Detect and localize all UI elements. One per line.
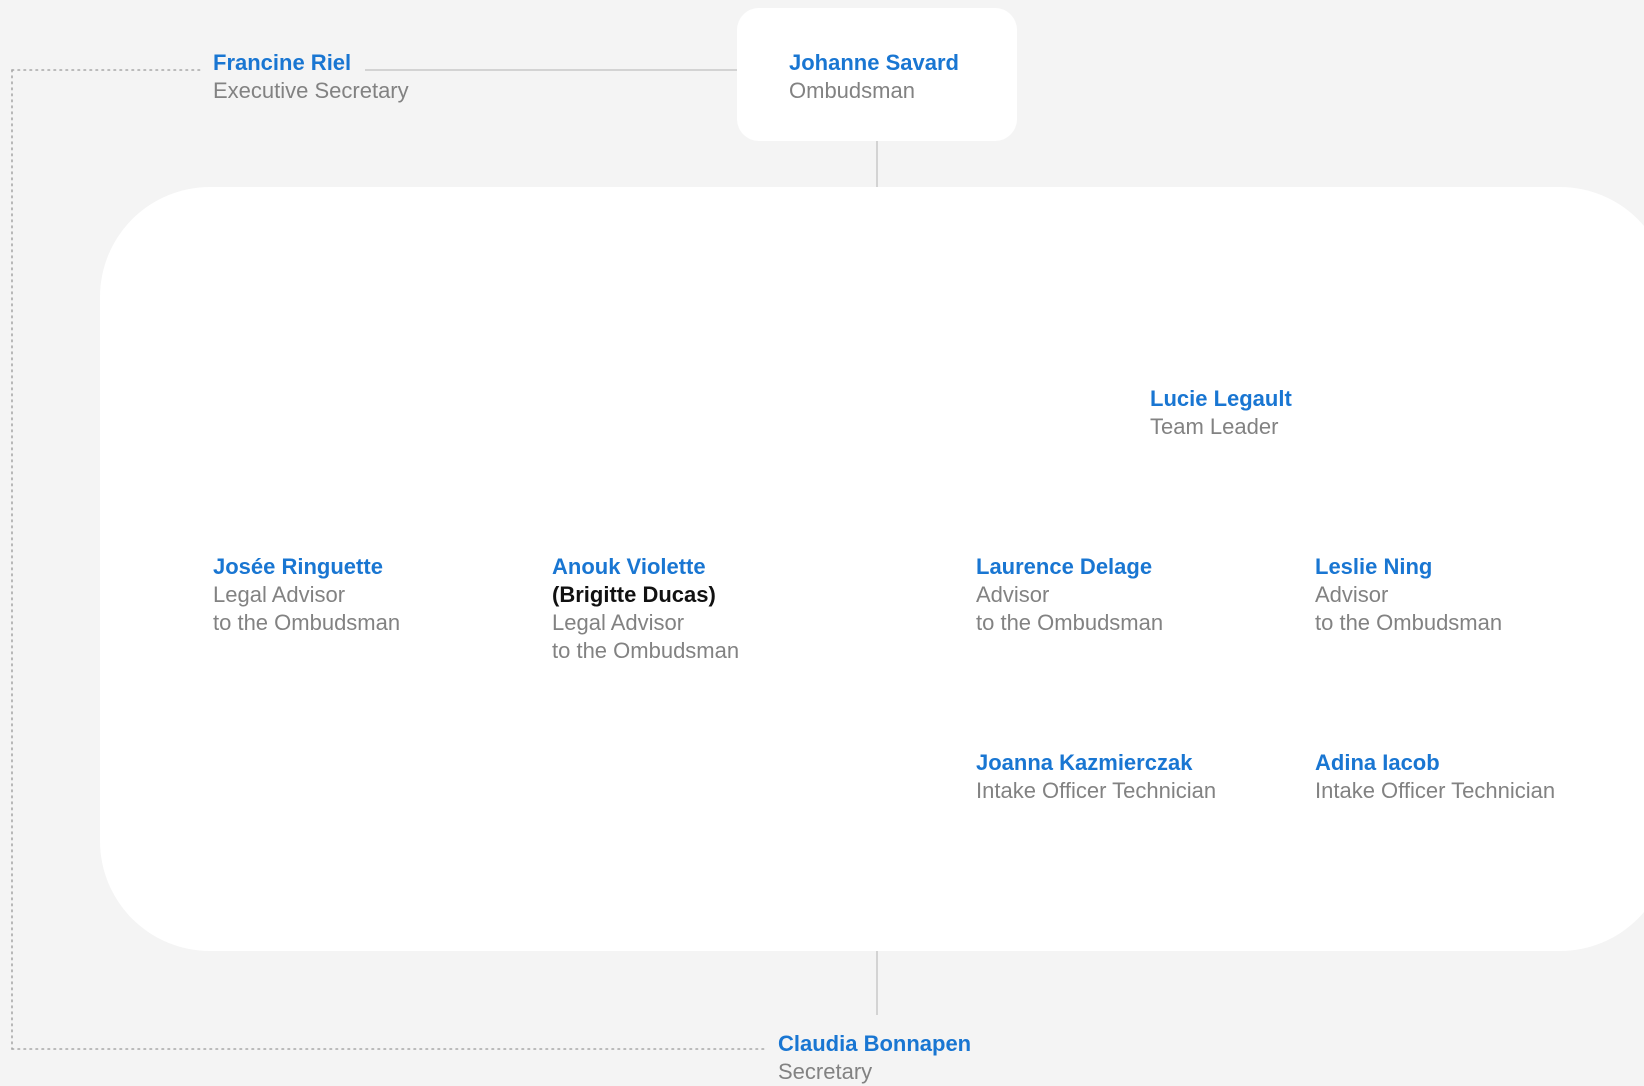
node-role-line-2: to the Ombudsman: [976, 610, 1164, 635]
node-role: Team Leader: [1150, 414, 1279, 439]
node-name: Joanna Kazmierczak: [976, 750, 1193, 775]
node-role: Legal Advisor: [552, 610, 685, 635]
node-role-line-2: to the Ombudsman: [213, 610, 401, 635]
node-role-line-2: to the Ombudsman: [1315, 610, 1503, 635]
node-team-leader: Lucie Legault Team Leader: [1150, 385, 1292, 441]
node-executive-secretary: Francine Riel Executive Secretary: [213, 49, 409, 105]
node-role: Intake Officer Technician: [1315, 778, 1556, 803]
node-alternate-name: (Brigitte Ducas): [552, 582, 716, 607]
node-role: Advisor: [976, 582, 1050, 607]
node-role: Legal Advisor: [213, 582, 346, 607]
node-name: Leslie Ning: [1315, 554, 1433, 579]
node-name: Laurence Delage: [976, 554, 1153, 579]
node-legal-advisor-2: Anouk Violette (Brigitte Ducas) Legal Ad…: [552, 553, 739, 665]
node-role-line-2: to the Ombudsman: [552, 638, 740, 663]
node-role: Ombudsman: [789, 78, 915, 103]
node-name: Adina Iacob: [1315, 750, 1440, 775]
node-role: Executive Secretary: [213, 78, 409, 103]
node-name: Francine Riel: [213, 50, 352, 75]
node-legal-advisor-1: Josée Ringuette Legal Advisor to the Omb…: [213, 553, 400, 637]
node-advisor-1: Laurence Delage Advisor to the Ombudsman: [976, 553, 1163, 637]
node-name: Josée Ringuette: [213, 554, 383, 579]
node-role: Intake Officer Technician: [976, 778, 1217, 803]
node-secretary: Claudia Bonnapen Secretary: [778, 1030, 971, 1086]
node-ombudsman: Johanne Savard Ombudsman: [789, 49, 959, 105]
node-advisor-2: Leslie Ning Advisor to the Ombudsman: [1315, 553, 1502, 637]
node-role: Secretary: [778, 1059, 873, 1084]
node-name: Claudia Bonnapen: [778, 1031, 972, 1056]
node-name: Anouk Violette: [552, 554, 706, 579]
node-name: Lucie Legault: [1150, 386, 1292, 411]
node-role: Advisor: [1315, 582, 1389, 607]
node-intake-officer-2: Adina Iacob Intake Officer Technician: [1315, 749, 1555, 805]
node-intake-officer-1: Joanna Kazmierczak Intake Officer Techni…: [976, 749, 1216, 805]
node-name: Johanne Savard: [789, 50, 959, 75]
